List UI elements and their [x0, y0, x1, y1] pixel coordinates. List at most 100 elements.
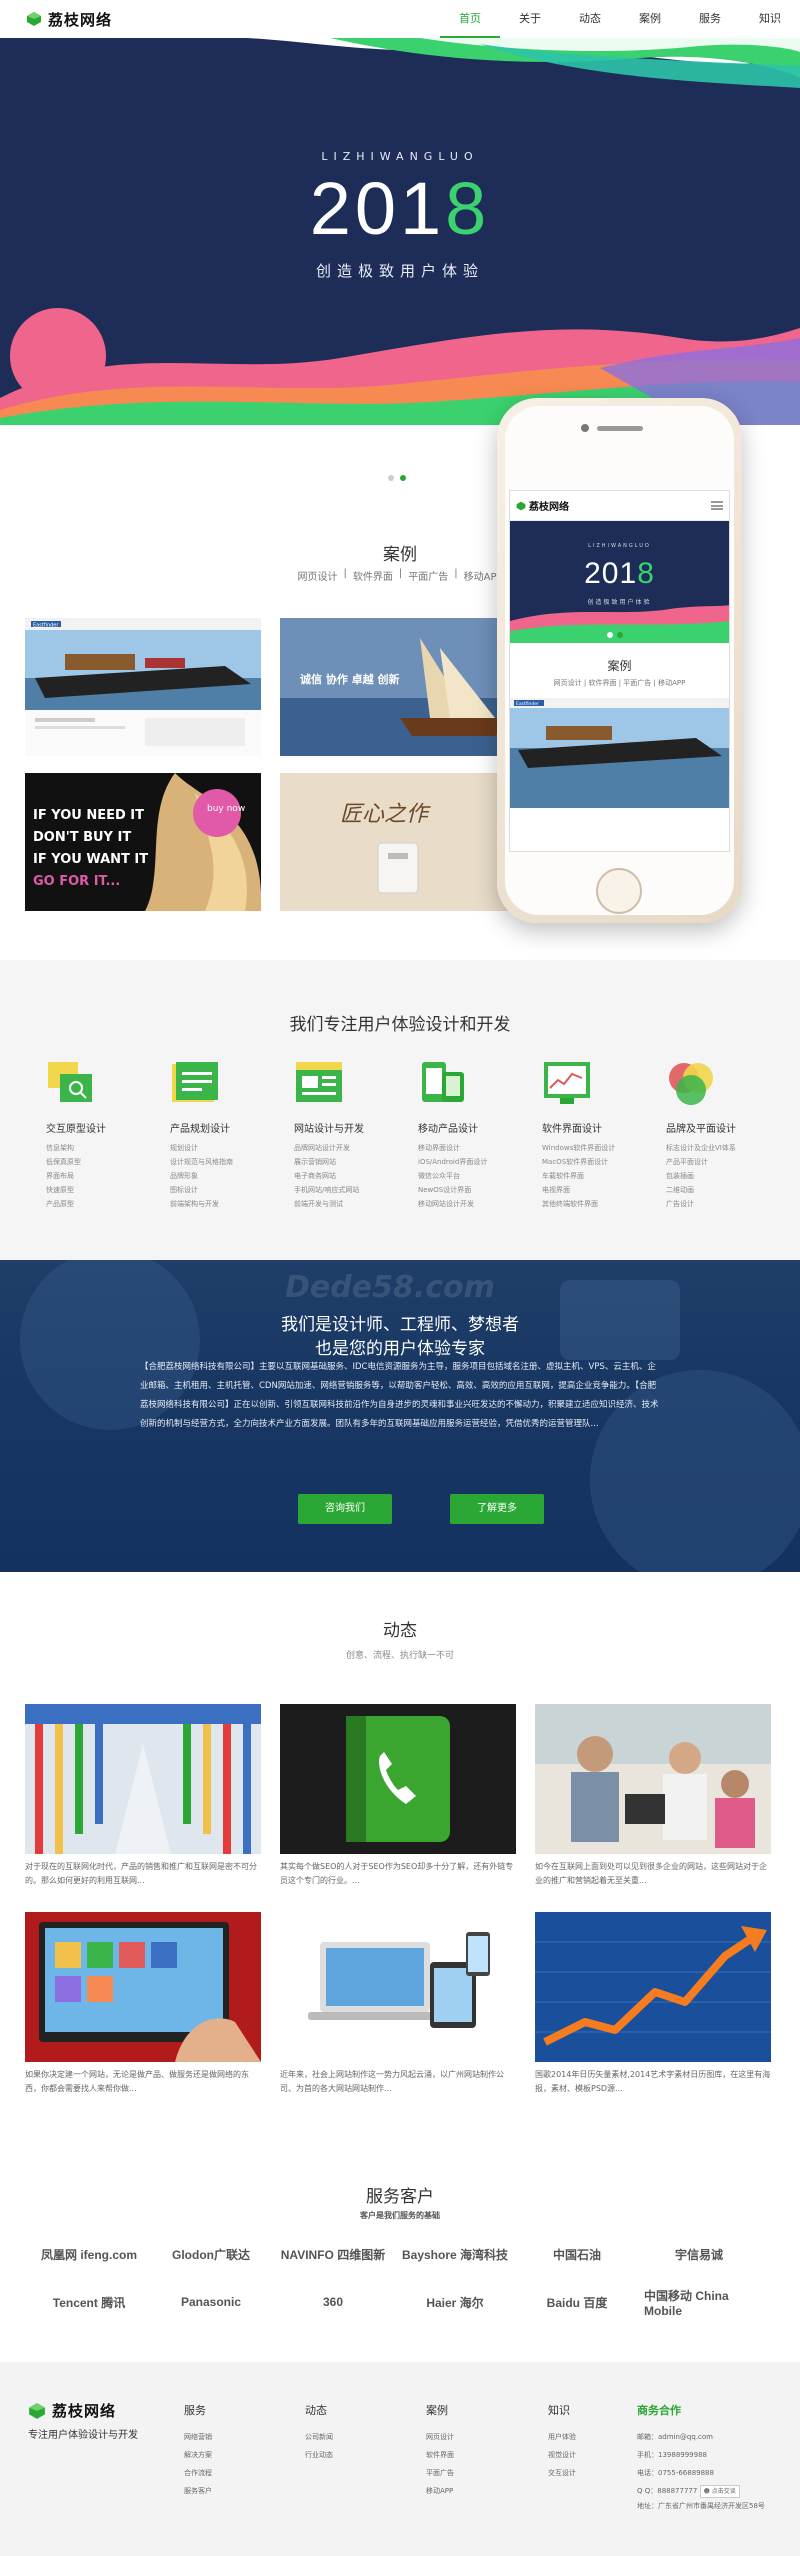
main-nav: 首页 关于 动态 案例 服务 知识: [440, 0, 800, 38]
footer-link[interactable]: 平面广告: [426, 2464, 454, 2482]
phone-logo-text: 荔枝网络: [529, 502, 569, 513]
service-item[interactable]: 电子商务网站: [294, 1169, 414, 1183]
tab-web-design[interactable]: 网页设计: [297, 568, 337, 583]
nav-services[interactable]: 服务: [680, 0, 740, 38]
footer-link[interactable]: 网页设计: [426, 2428, 454, 2446]
footer-link[interactable]: 软件界面: [426, 2446, 454, 2464]
craftsman-image: 匠心之作: [280, 773, 516, 911]
client-logo-chinamobile: 中国移动 China Mobile: [644, 2288, 729, 2318]
service-item[interactable]: 广告设计: [666, 1197, 786, 1211]
case-enterprise-culture[interactable]: 诚信 协作 卓越 创新: [280, 618, 516, 756]
service-item[interactable]: 品牌形象: [170, 1169, 290, 1183]
contact-us-button[interactable]: 咨询我们: [298, 1494, 392, 1524]
svg-text:DON'T BUY IT: DON'T BUY IT: [33, 830, 131, 845]
chat-button[interactable]: ☻ 点击交谈: [699, 2485, 740, 2498]
footer-link[interactable]: 移动APP: [426, 2482, 454, 2500]
service-prototype[interactable]: 交互原型设计 信息架构 低保真原型 界面布局 快速原型 产品原型: [46, 1060, 166, 1211]
service-item[interactable]: 电视界面: [542, 1183, 662, 1197]
news-card[interactable]: 其实每个做SEO的人对于SEO作为SEO却多十分了解，还有外链专员这个专门的行业…: [280, 1704, 516, 1888]
service-item[interactable]: 手机网站/响应式网站: [294, 1183, 414, 1197]
footer-logo[interactable]: 荔枝网络: [28, 2400, 116, 2421]
service-item[interactable]: 信息架构: [46, 1141, 166, 1155]
footer-link[interactable]: 交互设计: [548, 2464, 576, 2482]
news-excerpt: 近年来，社会上网站制作这一势力风起云涌，以广州网站制作公司、为首的各大网站网站制…: [280, 2070, 504, 2093]
nav-about[interactable]: 关于: [500, 0, 560, 38]
service-item[interactable]: 前端开发与测试: [294, 1197, 414, 1211]
service-item[interactable]: MacOS软件界面设计: [542, 1155, 662, 1169]
service-item[interactable]: 展示营销网站: [294, 1155, 414, 1169]
nav-cases[interactable]: 案例: [620, 0, 680, 38]
service-item[interactable]: 标志设计及企业VI体系: [666, 1141, 786, 1155]
service-item[interactable]: 其他终端软件界面: [542, 1197, 662, 1211]
service-item[interactable]: 快速原型: [46, 1183, 166, 1197]
news-card[interactable]: 如今在互联网上面到处可以见到很多企业的网站，这些网站对于企业的推广和营销起着无至…: [535, 1704, 771, 1888]
case-hair-ad[interactable]: buy now IF YOU NEED IT DON'T BUY IT IF Y…: [25, 773, 261, 911]
tab-divider: |: [343, 568, 347, 579]
service-item[interactable]: 产品平面设计: [666, 1155, 786, 1169]
footer-link[interactable]: 行业动态: [305, 2446, 333, 2464]
footer-link[interactable]: 用户体验: [548, 2428, 576, 2446]
footer-contact-title: 商务合作: [637, 2404, 681, 2417]
service-mobile[interactable]: 移动产品设计 移动界面设计 iOS/Android界面设计 微信公众平台 New…: [418, 1060, 538, 1211]
phone-ship-image: Eastfinder: [510, 698, 729, 808]
slider-dot-active[interactable]: [400, 475, 406, 481]
service-item[interactable]: 图标设计: [170, 1183, 290, 1197]
phone-screen-header: 荔枝网络: [510, 491, 729, 521]
service-item[interactable]: NewOS设计界面: [418, 1183, 538, 1197]
service-item[interactable]: 车载软件界面: [542, 1169, 662, 1183]
footer-link[interactable]: 公司新闻: [305, 2428, 333, 2446]
service-item[interactable]: iOS/Android界面设计: [418, 1155, 538, 1169]
nav-knowledge[interactable]: 知识: [740, 0, 800, 38]
service-item[interactable]: 前端架构与开发: [170, 1197, 290, 1211]
mobile-icon: [422, 1062, 464, 1102]
footer-col-services: 服务 网络营销 解决方案 合作流程 服务客户: [184, 2402, 212, 2500]
learn-more-button[interactable]: 了解更多: [450, 1494, 544, 1524]
news-excerpt: 其实每个做SEO的人对于SEO作为SEO却多十分了解，还有外链专员这个专门的行业…: [280, 1862, 514, 1885]
service-item[interactable]: Windows软件界面设计: [542, 1141, 662, 1155]
logo[interactable]: 荔枝网络: [26, 9, 112, 29]
news-image-office: [535, 1704, 771, 1854]
service-item[interactable]: 界面布局: [46, 1169, 166, 1183]
service-item[interactable]: 品牌网站设计开发: [294, 1141, 414, 1155]
service-software[interactable]: 软件界面设计 Windows软件界面设计 MacOS软件界面设计 车载软件界面 …: [542, 1060, 662, 1211]
case-craftsman[interactable]: 匠心之作: [280, 773, 516, 911]
service-item[interactable]: 移动网站设计开发: [418, 1197, 538, 1211]
news-card[interactable]: 如果你决定建一个网站，无论是做产品、做服务还是做网络的东西，你都会需要找人来帮你…: [25, 1912, 261, 2096]
service-item[interactable]: 微信公众平台: [418, 1169, 538, 1183]
slider-dot[interactable]: [388, 475, 394, 481]
service-planning[interactable]: 产品规划设计 规划设计 设计规范与风格指南 品牌形象 图标设计 前端架构与开发: [170, 1060, 290, 1211]
nav-news[interactable]: 动态: [560, 0, 620, 38]
footer-col-title: 知识: [548, 2404, 570, 2417]
svg-text:IF YOU NEED IT: IF YOU NEED IT: [33, 808, 144, 823]
hamburger-menu-icon[interactable]: [711, 501, 723, 510]
hero-slogan: 创造极致用户体验: [315, 262, 484, 280]
clients-subtitle: 客户是我们服务的基础: [360, 2211, 440, 2220]
service-website[interactable]: 网站设计与开发 品牌网站设计开发 展示营销网站 电子商务网站 手机网站/响应式网…: [294, 1060, 414, 1211]
service-item[interactable]: 包装插画: [666, 1169, 786, 1183]
case-ship-website[interactable]: Eastfinder: [25, 618, 261, 756]
footer-col-cases: 案例 网页设计 软件界面 平面广告 移动APP: [426, 2402, 454, 2500]
footer-link[interactable]: 服务客户: [184, 2482, 212, 2500]
about-title-line1: 我们是设计师、工程师、梦想者: [281, 1315, 519, 1335]
news-card[interactable]: 近年来，社会上网站制作这一势力风起云涌，以广州网站制作公司、为首的各大网站网站制…: [280, 1912, 516, 2096]
service-item[interactable]: 二维动画: [666, 1183, 786, 1197]
news-card[interactable]: 国歌2014年日历矢量素材,2014艺术字素材日历图库，在这里有海报，素材、模板…: [535, 1912, 771, 2096]
website-icon: [296, 1062, 342, 1102]
footer-link[interactable]: 网络营销: [184, 2428, 212, 2446]
footer-link[interactable]: 合作流程: [184, 2464, 212, 2482]
news-card[interactable]: 对于现在的互联网化时代，产品的销售和推广和互联网是密不可分的。那么如何更好的利用…: [25, 1704, 261, 1888]
service-item[interactable]: 移动界面设计: [418, 1141, 538, 1155]
footer-logo-text: 荔枝网络: [52, 2402, 117, 2420]
tab-print-ad[interactable]: 平面广告: [408, 568, 448, 583]
service-item[interactable]: 产品原型: [46, 1197, 166, 1211]
footer-link[interactable]: 视觉设计: [548, 2446, 576, 2464]
nav-home[interactable]: 首页: [440, 0, 500, 38]
service-brand[interactable]: 品牌及平面设计 标志设计及企业VI体系 产品平面设计 包装插画 二维动画 广告设…: [666, 1060, 786, 1211]
tab-software-ui[interactable]: 软件界面: [353, 568, 393, 583]
footer-col-title: 服务: [184, 2404, 206, 2417]
footer-logo-icon: [29, 2402, 45, 2419]
footer-link[interactable]: 解决方案: [184, 2446, 212, 2464]
service-item[interactable]: 规划设计: [170, 1141, 290, 1155]
service-item[interactable]: 低保真原型: [46, 1155, 166, 1169]
service-item[interactable]: 设计规范与风格指南: [170, 1155, 290, 1169]
